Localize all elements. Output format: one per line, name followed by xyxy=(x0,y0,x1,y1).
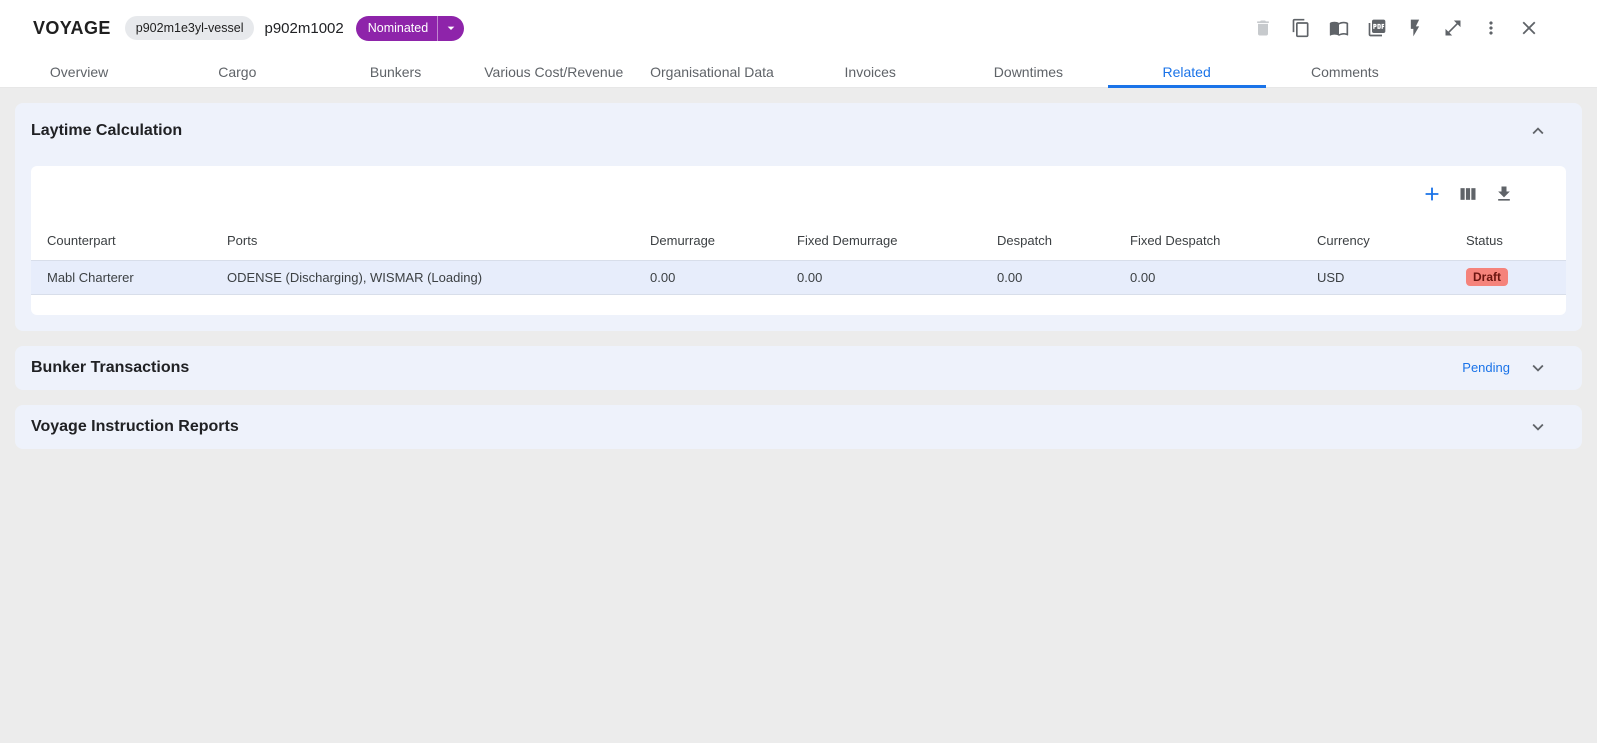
laytime-calculation-section: Laytime Calculation xyxy=(15,103,1582,331)
cell-counterpart: Mabl Charterer xyxy=(31,260,211,294)
cell-demurrage: 0.00 xyxy=(634,260,781,294)
chevron-down-icon xyxy=(1527,357,1549,379)
cell-fixed-despatch: 0.00 xyxy=(1114,260,1301,294)
laytime-table: Counterpart Ports Demurrage Fixed Demurr… xyxy=(31,222,1566,295)
expand-section-button[interactable] xyxy=(1524,354,1552,382)
header-toolbar xyxy=(1245,10,1547,46)
more-vert-icon xyxy=(1481,18,1501,38)
vessel-chip[interactable]: p902m1e3yl-vessel xyxy=(125,16,255,40)
expand-icon xyxy=(1443,18,1463,38)
pending-status-text: Pending xyxy=(1462,360,1510,375)
delete-icon xyxy=(1253,18,1273,38)
cell-currency: USD xyxy=(1301,260,1450,294)
bunker-transactions-right: Pending xyxy=(1462,354,1552,382)
cell-fixed-demurrage: 0.00 xyxy=(781,260,981,294)
table-header-row: Counterpart Ports Demurrage Fixed Demurr… xyxy=(31,222,1566,260)
flash-icon xyxy=(1405,18,1425,38)
plus-icon xyxy=(1421,183,1443,205)
compare-button[interactable] xyxy=(1321,10,1357,46)
voyage-window: VOYAGE p902m1e3yl-vessel p902m1002 Nomin… xyxy=(0,0,1597,479)
cell-status: Draft xyxy=(1450,260,1566,294)
pdf-icon xyxy=(1367,18,1387,38)
column-header-demurrage[interactable]: Demurrage xyxy=(634,222,781,260)
voyage-status-label: Nominated xyxy=(356,21,437,35)
download-button[interactable] xyxy=(1488,178,1520,210)
voyage-status-badge[interactable]: Nominated xyxy=(356,16,464,41)
chevron-down-icon xyxy=(1527,416,1549,438)
chevron-up-icon xyxy=(1527,120,1549,142)
expand-fullscreen-button[interactable] xyxy=(1435,10,1471,46)
laytime-toolbar xyxy=(31,166,1566,222)
voyage-instruction-reports-right xyxy=(1524,413,1552,441)
columns-icon xyxy=(1458,184,1478,204)
add-laytime-button[interactable] xyxy=(1416,178,1448,210)
collapse-section-button[interactable] xyxy=(1524,117,1552,145)
delete-button xyxy=(1245,10,1281,46)
bunker-transactions-section[interactable]: Bunker Transactions Pending xyxy=(15,346,1582,390)
close-icon xyxy=(1518,17,1540,39)
manage-columns-button[interactable] xyxy=(1452,178,1484,210)
table-row[interactable]: Mabl Charterer ODENSE (Discharging), WIS… xyxy=(31,260,1566,294)
voyage-number: p902m1002 xyxy=(264,20,343,37)
actions-flash-button[interactable] xyxy=(1397,10,1433,46)
bunker-transactions-title: Bunker Transactions xyxy=(31,359,189,377)
column-header-fixed-despatch[interactable]: Fixed Despatch xyxy=(1114,222,1301,260)
page-title: VOYAGE xyxy=(33,18,111,39)
tab-downtimes[interactable]: Downtimes xyxy=(949,56,1107,87)
voyage-instruction-reports-title: Voyage Instruction Reports xyxy=(31,418,239,436)
cell-ports: ODENSE (Discharging), WISMAR (Loading) xyxy=(211,260,634,294)
chevron-down-icon xyxy=(438,20,464,36)
column-header-currency[interactable]: Currency xyxy=(1301,222,1450,260)
tab-cargo[interactable]: Cargo xyxy=(158,56,316,87)
close-button[interactable] xyxy=(1511,10,1547,46)
copy-button[interactable] xyxy=(1283,10,1319,46)
column-header-fixed-demurrage[interactable]: Fixed Demurrage xyxy=(781,222,981,260)
copy-icon xyxy=(1291,18,1311,38)
voyage-instruction-reports-section[interactable]: Voyage Instruction Reports xyxy=(15,405,1582,449)
tab-bar: Overview Cargo Bunkers Various Cost/Reve… xyxy=(0,56,1597,88)
tab-comments[interactable]: Comments xyxy=(1266,56,1424,87)
laytime-section-header[interactable]: Laytime Calculation xyxy=(31,117,1566,145)
column-header-counterpart[interactable]: Counterpart xyxy=(31,222,211,260)
column-header-status[interactable]: Status xyxy=(1450,222,1566,260)
download-icon xyxy=(1494,184,1514,204)
column-header-despatch[interactable]: Despatch xyxy=(981,222,1114,260)
tab-invoices[interactable]: Invoices xyxy=(791,56,949,87)
column-header-ports[interactable]: Ports xyxy=(211,222,634,260)
tab-organisational-data[interactable]: Organisational Data xyxy=(633,56,791,87)
window-header: VOYAGE p902m1e3yl-vessel p902m1002 Nomin… xyxy=(0,0,1597,56)
laytime-section-title: Laytime Calculation xyxy=(31,122,182,140)
tab-bunkers[interactable]: Bunkers xyxy=(316,56,474,87)
tab-various-cost-revenue[interactable]: Various Cost/Revenue xyxy=(475,56,633,87)
title-group: VOYAGE p902m1e3yl-vessel p902m1002 Nomin… xyxy=(33,16,464,41)
status-badge: Draft xyxy=(1466,268,1508,286)
expand-section-button[interactable] xyxy=(1524,413,1552,441)
export-pdf-button[interactable] xyxy=(1359,10,1395,46)
tab-overview[interactable]: Overview xyxy=(0,56,158,87)
book-icon xyxy=(1329,18,1349,38)
laytime-card: Counterpart Ports Demurrage Fixed Demurr… xyxy=(31,166,1566,315)
more-menu-button[interactable] xyxy=(1473,10,1509,46)
content-area: Laytime Calculation xyxy=(0,88,1597,479)
tab-related[interactable]: Related xyxy=(1108,56,1266,87)
cell-despatch: 0.00 xyxy=(981,260,1114,294)
